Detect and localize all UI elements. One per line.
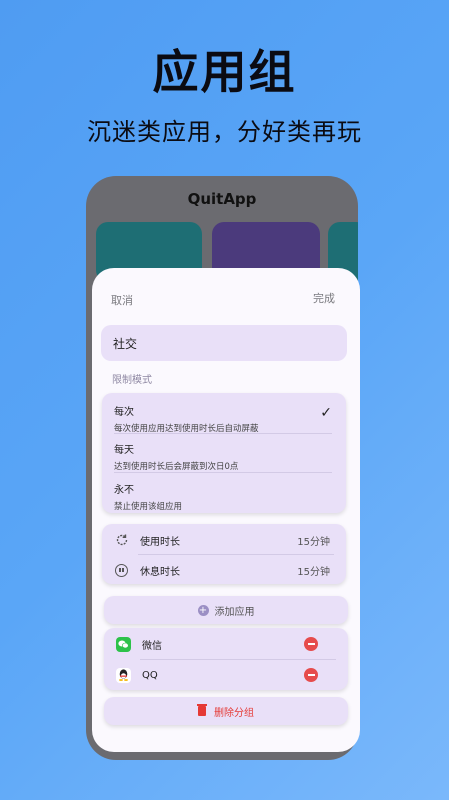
app-list-card: 微信 QQ	[104, 628, 348, 690]
app-name: 微信	[142, 640, 162, 652]
divider	[114, 472, 332, 473]
mode-option-never[interactable]: 永不 禁止使用该组应用	[114, 481, 334, 512]
remove-icon[interactable]	[304, 637, 318, 651]
pause-icon	[114, 563, 129, 578]
divider	[140, 659, 336, 660]
checkmark-icon: ✓	[320, 405, 332, 421]
mode-title: 每天	[114, 445, 134, 456]
mode-desc: 禁止使用该组应用	[114, 502, 183, 512]
rest-duration-label: 休息时长	[140, 566, 180, 578]
trash-icon	[197, 704, 207, 716]
delete-group-button[interactable]: 删除分组	[104, 697, 348, 725]
duration-card: 使用时长 15分钟 休息时长 15分钟	[102, 524, 346, 584]
delete-group-label: 删除分组	[214, 707, 254, 719]
limit-mode-label: 限制模式	[112, 375, 152, 386]
add-app-label: 添加应用	[214, 606, 255, 618]
mode-option-each-time[interactable]: 每次 每次使用应用达到使用时长后自动屏蔽	[114, 403, 334, 434]
divider	[114, 433, 332, 434]
rest-duration-row[interactable]: 休息时长 15分钟	[102, 556, 346, 584]
group-name-value: 社交	[113, 336, 138, 351]
usage-duration-label: 使用时长	[140, 536, 180, 548]
list-item[interactable]: QQ	[104, 661, 348, 689]
mode-title: 每次	[114, 407, 134, 418]
app-name: QQ	[142, 669, 158, 681]
edit-group-sheet: 取消 完成 社交 限制模式 每次 每次使用应用达到使用时长后自动屏蔽 ✓ 每天 …	[92, 268, 360, 752]
done-button[interactable]: 完成	[313, 290, 335, 306]
page-subheadline: 沉迷类应用，分好类再玩	[87, 118, 362, 146]
divider	[138, 554, 334, 555]
remove-icon[interactable]	[304, 668, 318, 682]
cancel-button[interactable]: 取消	[111, 292, 133, 308]
list-item[interactable]: 微信	[104, 630, 348, 658]
group-name-field[interactable]: 社交	[101, 325, 347, 361]
rest-duration-value: 15分钟	[297, 566, 330, 578]
wechat-icon	[116, 636, 131, 652]
plus-icon: +	[197, 604, 209, 616]
usage-duration-row[interactable]: 使用时长 15分钟	[102, 526, 346, 554]
usage-duration-value: 15分钟	[297, 536, 330, 548]
add-app-button[interactable]: + 添加应用	[104, 596, 348, 624]
refresh-icon	[114, 533, 129, 548]
app-title: QuitApp	[187, 190, 257, 208]
page-headline: 应用组	[152, 45, 297, 99]
qq-icon	[116, 667, 131, 683]
mode-title: 永不	[114, 485, 134, 496]
mode-desc: 达到使用时长后会屏蔽到次日0点	[114, 462, 239, 472]
mode-option-daily[interactable]: 每天 达到使用时长后会屏蔽到次日0点	[114, 441, 334, 472]
limit-mode-list: 每次 每次使用应用达到使用时长后自动屏蔽 ✓ 每天 达到使用时长后会屏蔽到次日0…	[102, 393, 346, 513]
